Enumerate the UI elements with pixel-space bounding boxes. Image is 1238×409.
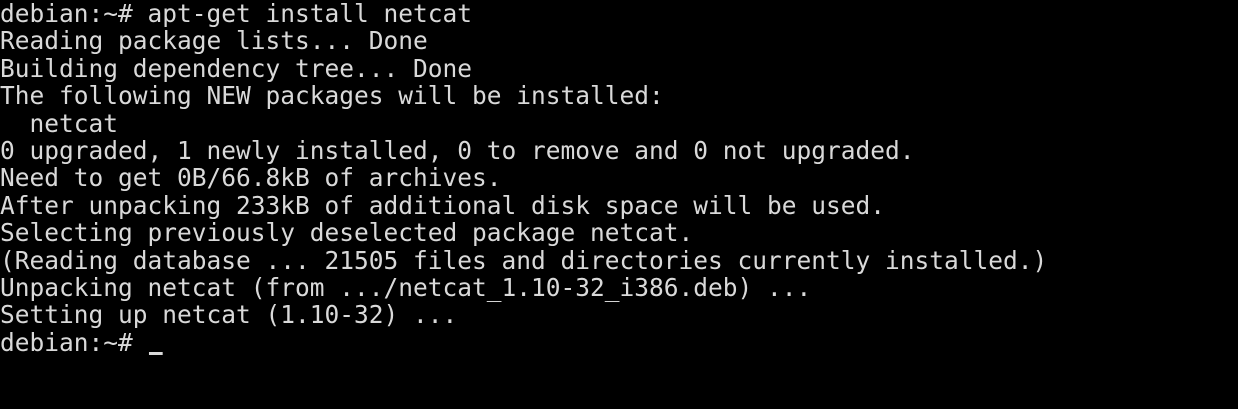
terminal-output: debian:~# apt-get install netcat Reading… bbox=[0, 0, 1069, 356]
terminal-line: Need to get 0B/66.8kB of archives. bbox=[0, 163, 502, 193]
terminal-line: Reading package lists... Done bbox=[0, 26, 428, 56]
terminal-line: (Reading database ... 21505 files and di… bbox=[0, 245, 1048, 275]
terminal-prompt-line[interactable]: debian:~# bbox=[0, 327, 1047, 357]
terminal-line: Building dependency tree... Done bbox=[0, 53, 473, 83]
terminal-line: Setting up netcat (1.10-32) ... bbox=[0, 300, 458, 330]
terminal-line: After unpacking 233kB of additional disk… bbox=[0, 190, 886, 220]
text-cursor bbox=[148, 351, 163, 355]
terminal-line: The following NEW packages will be insta… bbox=[0, 81, 664, 111]
terminal-line: netcat bbox=[0, 108, 119, 138]
terminal-line: Selecting previously deselected package … bbox=[0, 218, 694, 248]
terminal-line: 0 upgraded, 1 newly installed, 0 to remo… bbox=[0, 135, 915, 165]
terminal-line: Unpacking netcat (from .../netcat_1.10-3… bbox=[0, 272, 812, 302]
terminal-screen[interactable]: debian:~# apt-get install netcat Reading… bbox=[0, 0, 1238, 409]
shell-prompt: debian:~# bbox=[0, 327, 148, 357]
terminal-line-command: debian:~# apt-get install netcat bbox=[0, 0, 473, 28]
